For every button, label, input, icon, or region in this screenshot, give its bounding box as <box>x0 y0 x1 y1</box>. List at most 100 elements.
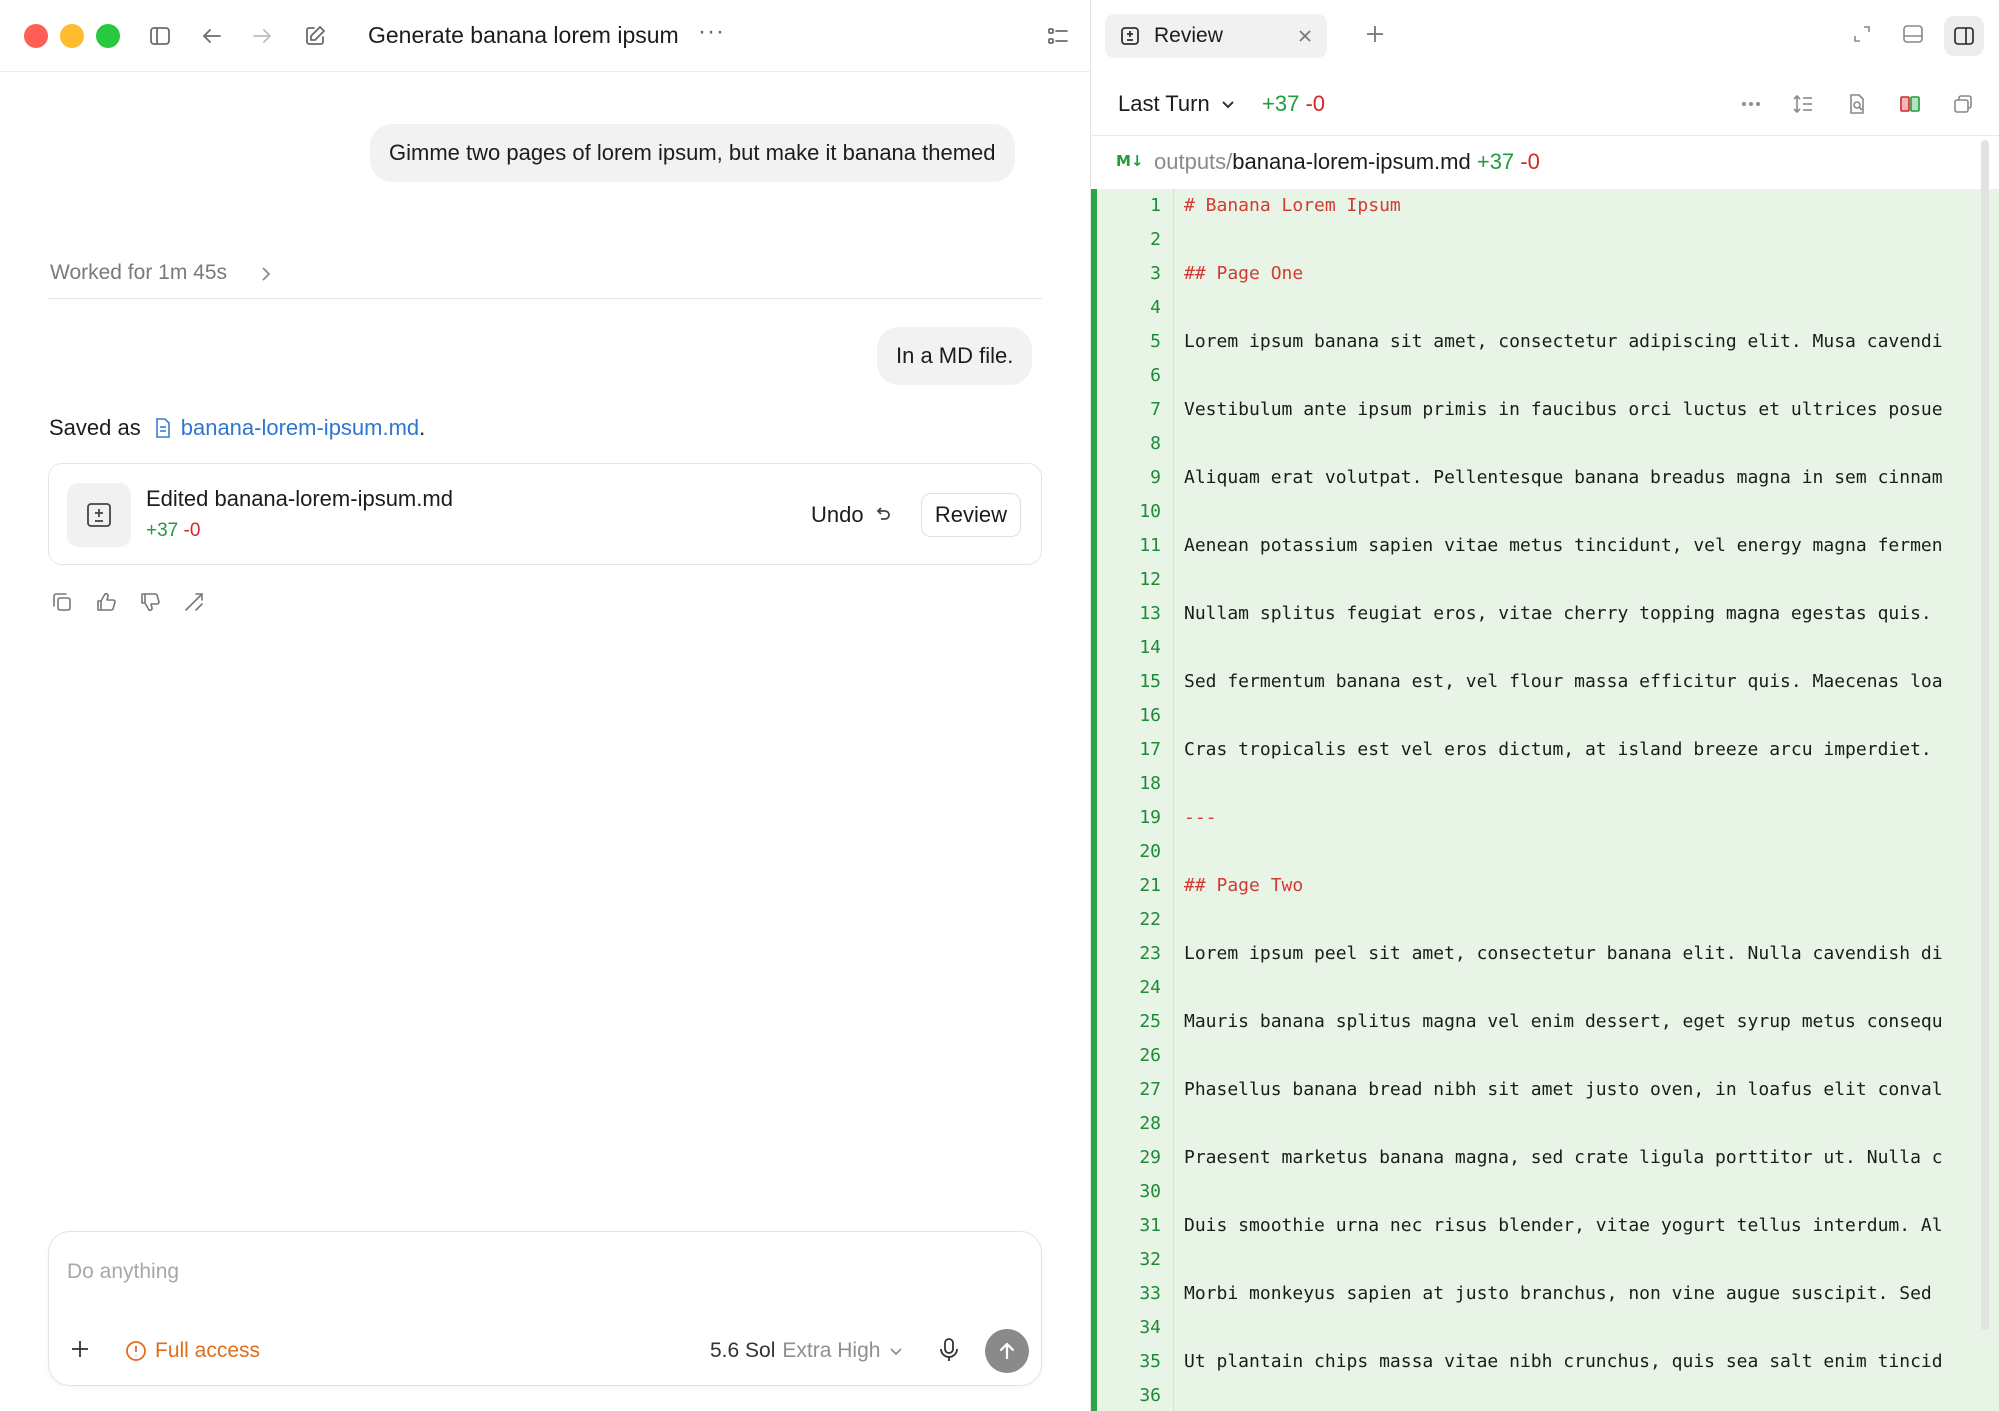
thumbs-up-icon[interactable] <box>94 590 118 614</box>
more-options-icon[interactable]: ··· <box>698 18 725 46</box>
code-line: 11 Aenean potassium sapien vitae metus ti… <box>1091 529 1999 563</box>
more-options-icon[interactable] <box>1739 92 1763 116</box>
line-number: 12 <box>1139 569 1161 590</box>
line-number: 36 <box>1139 1385 1161 1406</box>
saved-prefix: Saved as <box>49 415 141 440</box>
file-additions: +37 <box>1476 149 1515 174</box>
line-number: 19 <box>1139 807 1161 828</box>
saved-suffix: . <box>419 415 426 440</box>
diff-file-header[interactable]: M↓ outputs/banana-lorem-ipsum.md +37 -0 <box>1091 137 1999 189</box>
code-line: 26 <box>1091 1039 1999 1073</box>
code-line: 10 <box>1091 495 1999 529</box>
saved-file-link[interactable]: banana-lorem-ipsum.md <box>181 415 419 441</box>
model-name: 5.6 Sol <box>710 1339 776 1362</box>
thumbs-down-icon[interactable] <box>138 590 162 614</box>
code-line: 12 <box>1091 563 1999 597</box>
edit-card-title: Edited banana-lorem-ipsum.md <box>146 486 453 511</box>
send-button[interactable] <box>985 1329 1029 1373</box>
deletions-count: -0 <box>1305 91 1326 116</box>
model-effort: Extra High <box>782 1339 881 1362</box>
compose-icon[interactable] <box>299 20 331 52</box>
chevron-down-icon <box>1222 101 1234 109</box>
code-line: 15 Sed fermentum banana est, vel flour ma… <box>1091 665 1999 699</box>
line-number: 27 <box>1139 1079 1161 1100</box>
expand-icon[interactable] <box>1850 22 1876 48</box>
line-content: --- <box>1184 807 1217 828</box>
code-line: 25 Mauris banana splitus magna vel enim d… <box>1091 1005 1999 1039</box>
line-content: Sed fermentum banana est, vel flour mass… <box>1184 671 1943 692</box>
line-content: Duis smoothie urna nec risus blender, vi… <box>1184 1215 1943 1236</box>
line-number: 5 <box>1150 331 1161 352</box>
line-number: 3 <box>1150 263 1161 284</box>
code-line: 24 <box>1091 971 1999 1005</box>
tab-review[interactable]: Review <box>1105 14 1327 58</box>
new-tab-icon[interactable] <box>1363 22 1389 48</box>
divider <box>48 298 1042 299</box>
code-line: 34 <box>1091 1311 1999 1345</box>
worked-duration[interactable]: Worked for 1m 45s <box>50 261 227 285</box>
microphone-icon[interactable] <box>936 1336 964 1366</box>
file-name: banana-lorem-ipsum.md <box>1232 149 1471 174</box>
line-number: 28 <box>1139 1113 1161 1134</box>
split-diff-icon[interactable] <box>1898 92 1922 116</box>
copy-icon[interactable] <box>50 590 74 614</box>
forward-arrow-icon[interactable] <box>246 20 278 52</box>
line-content: Cras tropicalis est vel eros dictum, at … <box>1184 739 1932 760</box>
access-level-button[interactable]: Full access <box>125 1339 260 1363</box>
saved-as-line: Saved as banana-lorem-ipsum.md . <box>49 415 425 441</box>
minimize-window-button[interactable] <box>60 24 84 48</box>
sidebar-toggle-icon[interactable] <box>144 20 176 52</box>
line-number: 4 <box>1150 297 1161 318</box>
zoom-window-button[interactable] <box>96 24 120 48</box>
line-number: 7 <box>1150 399 1161 420</box>
diff-icon <box>1120 26 1140 46</box>
sort-lines-icon[interactable] <box>1791 92 1815 116</box>
line-number: 17 <box>1139 739 1161 760</box>
code-line: 31 Duis smoothie urna nec risus blender, … <box>1091 1209 1999 1243</box>
line-number: 2 <box>1150 229 1161 250</box>
line-content: ## Page Two <box>1184 875 1304 896</box>
line-content: Aenean potassium sapien vitae metus tinc… <box>1184 535 1943 556</box>
line-number: 9 <box>1150 467 1161 488</box>
code-line: 28 <box>1091 1107 1999 1141</box>
turn-diff-stats: +37 -0 <box>1262 91 1325 117</box>
line-number: 8 <box>1150 433 1161 454</box>
user-message: In a MD file. <box>877 327 1033 385</box>
code-line: 17 Cras tropicalis est vel eros dictum, a… <box>1091 733 1999 767</box>
task-list-icon[interactable] <box>1042 20 1074 52</box>
code-line: 5 Lorem ipsum banana sit amet, consectetu… <box>1091 325 1999 359</box>
line-number: 21 <box>1139 875 1161 896</box>
model-selector[interactable]: 5.6 Sol Extra High <box>710 1339 904 1363</box>
line-number: 34 <box>1139 1317 1161 1338</box>
code-line: 29 Praesent marketus banana magna, sed cr… <box>1091 1141 1999 1175</box>
line-number: 14 <box>1139 637 1161 658</box>
scope-selector[interactable]: Last Turn <box>1118 91 1237 117</box>
chevron-right-icon[interactable] <box>258 264 274 284</box>
diff-code-view[interactable]: 1 # Banana Lorem Ipsum 2 3 ## Page One 4 5 Lore… <box>1091 189 1999 1411</box>
chevron-down-icon <box>890 1348 903 1356</box>
prompt-input[interactable] <box>67 1256 1007 1288</box>
deletions-count: -0 <box>183 520 201 541</box>
code-line: 3 ## Page One <box>1091 257 1999 291</box>
line-number: 35 <box>1139 1351 1161 1372</box>
bottom-panel-icon[interactable] <box>1901 22 1927 48</box>
additions-count: +37 <box>146 520 179 541</box>
back-arrow-icon[interactable] <box>196 20 228 52</box>
code-line: 8 <box>1091 427 1999 461</box>
close-window-button[interactable] <box>24 24 48 48</box>
line-number: 26 <box>1139 1045 1161 1066</box>
undo-button[interactable]: Undo <box>811 502 892 528</box>
code-line: 6 <box>1091 359 1999 393</box>
open-external-icon[interactable] <box>1951 92 1975 116</box>
right-panel-icon[interactable] <box>1944 16 1984 56</box>
search-file-icon[interactable] <box>1845 92 1869 116</box>
code-line: 22 <box>1091 903 1999 937</box>
share-icon[interactable] <box>182 590 206 614</box>
scrollbar[interactable] <box>1981 140 1989 1330</box>
review-pane: Review Last Turn +37 -0 M↓ outputs/banan… <box>1091 0 1999 1411</box>
add-attachment-icon[interactable] <box>67 1336 97 1366</box>
diff-file-icon <box>67 483 131 547</box>
line-number: 32 <box>1139 1249 1161 1270</box>
close-tab-icon[interactable] <box>1296 27 1314 45</box>
review-button[interactable]: Review <box>921 493 1021 537</box>
